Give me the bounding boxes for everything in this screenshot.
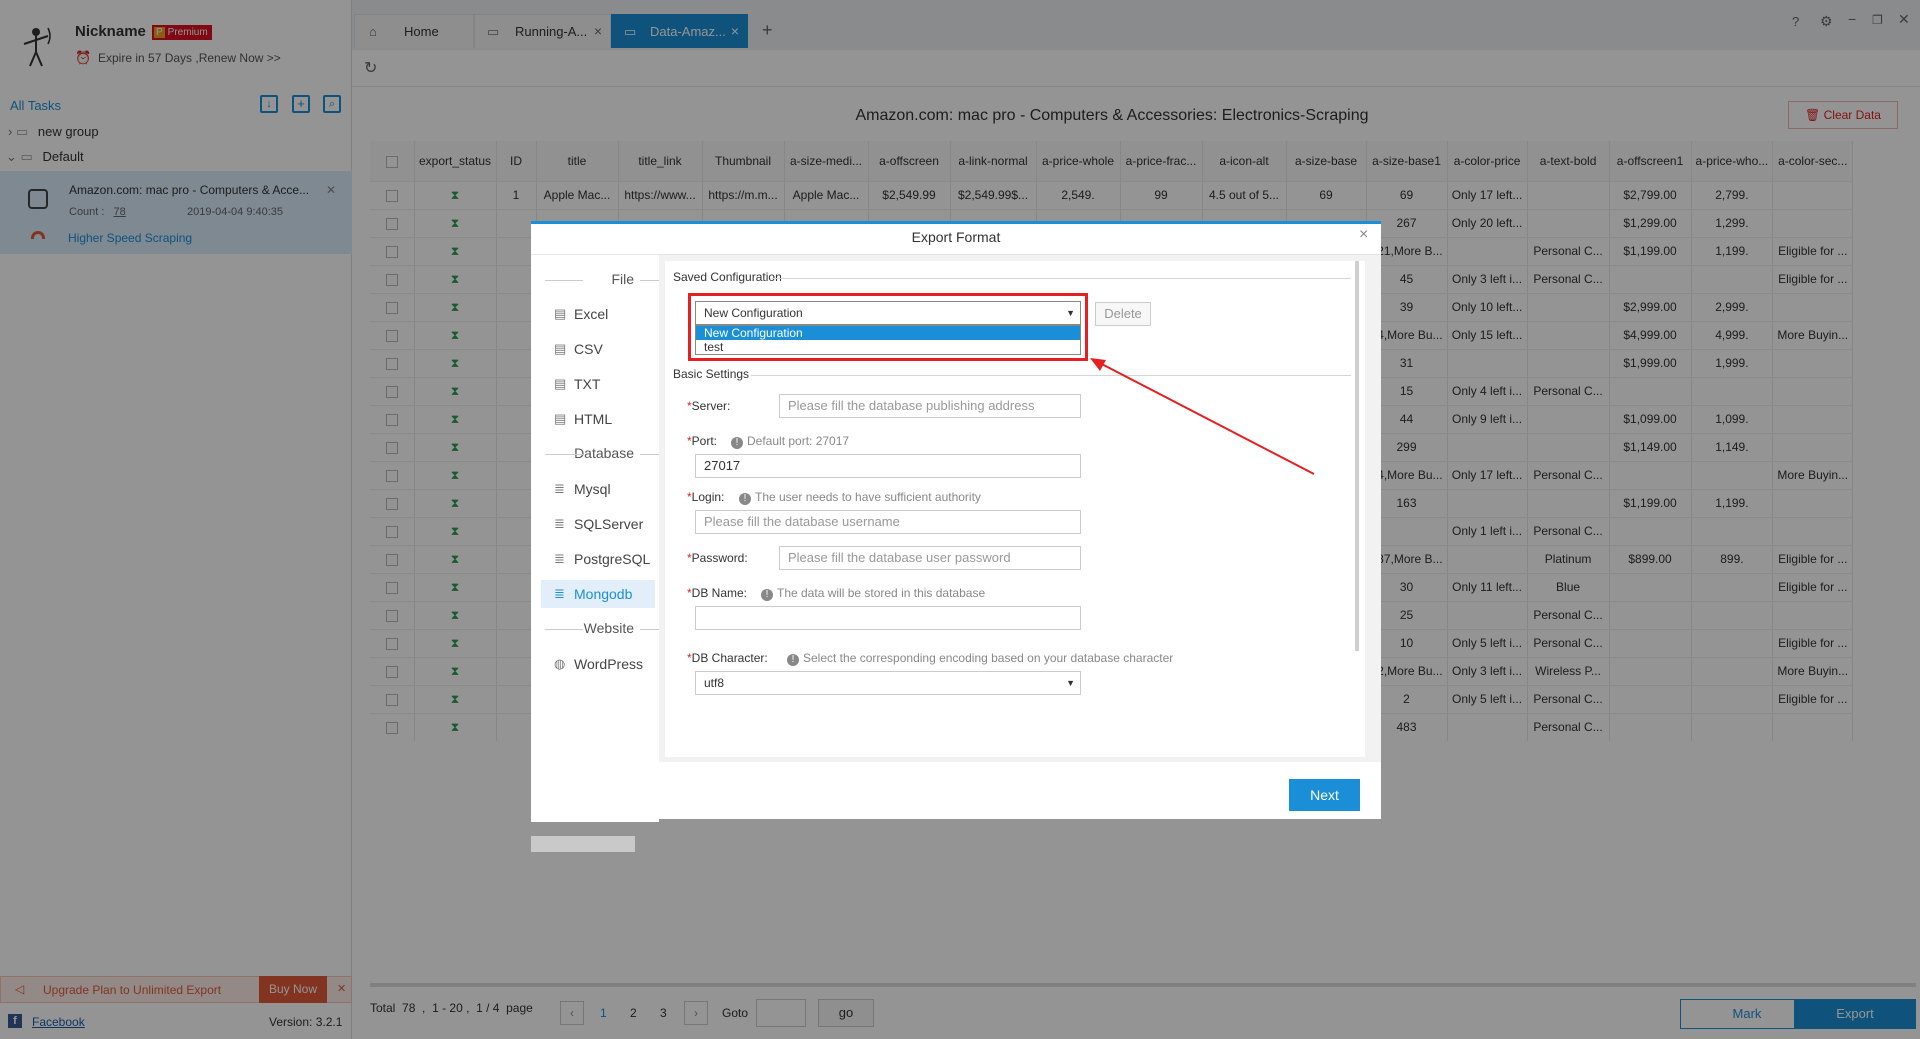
file-icon: ▤ [554, 376, 567, 391]
saved-config-label: Saved Configuration [673, 270, 782, 284]
format-wordpress[interactable]: ◍ WordPress [541, 650, 655, 678]
format-postgresql[interactable]: ≣ PostgreSQL [541, 545, 655, 573]
settings-panel: Saved Configuration New Configuration ▼ N… [659, 255, 1381, 762]
format-csv[interactable]: ▤ CSV [541, 335, 655, 363]
format-mongodb[interactable]: ≣ Mongodb [541, 580, 655, 608]
database-icon: ≣ [554, 516, 565, 531]
format-txt[interactable]: ▤ TXT [541, 370, 655, 398]
dbchar-select[interactable]: utf8 ▼ [695, 671, 1081, 695]
server-input[interactable]: Please fill the database publishing addr… [779, 394, 1081, 418]
login-hint: ! The user needs to have sufficient autho… [739, 490, 981, 505]
dbname-input[interactable] [695, 606, 1081, 630]
section-website: Website [545, 620, 660, 636]
dropdown-arrow-icon: ▼ [1066, 678, 1075, 688]
basic-settings-label: Basic Settings [673, 367, 750, 381]
dbname-label: *DB Name: [687, 586, 748, 600]
server-label: *Server: [687, 399, 731, 413]
dialog-title: Export Format [911, 229, 1001, 245]
basic-settings-divider [751, 375, 1351, 376]
file-icon: ▤ [554, 306, 567, 321]
globe-icon: ◍ [554, 656, 566, 671]
format-excel[interactable]: ▤ Excel [541, 300, 655, 328]
login-input[interactable]: Please fill the database username [695, 510, 1081, 534]
format-nav: File ▤ Excel ▤ CSV ▤ TXT ▤ HTML Database ≣ My… [531, 255, 660, 852]
dbname-hint: ! The data will be stored in this databas… [761, 586, 985, 601]
dbchar-hint: ! Select the corresponding encoding based… [787, 651, 1173, 666]
info-icon: ! [761, 589, 773, 601]
database-icon: ≣ [554, 481, 565, 496]
close-icon[interactable]: × [1359, 226, 1368, 244]
settings-inner: Saved Configuration New Configuration ▼ N… [665, 261, 1365, 757]
info-icon: ! [731, 437, 743, 449]
database-icon: ≣ [554, 551, 565, 566]
format-html[interactable]: ▤ HTML [541, 405, 655, 433]
next-button[interactable]: Next [1289, 779, 1360, 811]
format-sqlserver[interactable]: ≣ SQLServer [541, 510, 655, 538]
export-format-dialog: Export Format × File ▤ Excel ▤ CSV ▤ TXT ▤ H… [531, 221, 1381, 852]
saved-config-divider [771, 278, 1351, 279]
delete-config-button[interactable]: Delete [1095, 302, 1151, 326]
password-input[interactable]: Please fill the database user password [779, 546, 1081, 570]
dbchar-label: *DB Character: [687, 651, 768, 665]
info-icon: ! [787, 654, 799, 666]
form-scrollbar[interactable] [1355, 261, 1359, 651]
login-label: *Login: [687, 490, 725, 504]
nav-scrollbar[interactable] [531, 836, 635, 852]
port-label: *Port: [687, 434, 718, 448]
port-input[interactable]: 27017 [695, 454, 1081, 478]
section-file: File [545, 271, 660, 287]
section-database: Database [545, 445, 660, 461]
port-hint: ! Default port: 27017 [731, 434, 849, 449]
info-icon: ! [739, 493, 751, 505]
database-icon: ≣ [554, 586, 565, 601]
file-icon: ▤ [554, 341, 567, 356]
format-mysql[interactable]: ≣ Mysql [541, 475, 655, 503]
highlight-box [688, 293, 1088, 361]
password-label: *Password: [687, 551, 748, 565]
file-icon: ▤ [554, 411, 567, 426]
